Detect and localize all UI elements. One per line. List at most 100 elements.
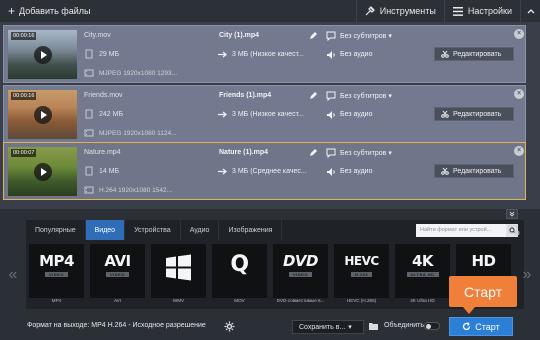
file-row[interactable]: 00:00:16 Friends.mov 242 МБ MJPEG 1920x1…: [3, 85, 526, 143]
quicktime-logo-icon: Q: [230, 252, 249, 277]
4k-logo-icon: 4K: [411, 252, 434, 270]
file-size: 242 МБ: [99, 111, 124, 118]
top-toolbar: + Добавить файлы Инструменты Настройки: [0, 0, 540, 22]
video-info-icon: [84, 129, 94, 137]
edit-button[interactable]: Редактировать: [434, 47, 514, 61]
remove-file-icon[interactable]: ×: [514, 89, 524, 99]
video-info-icon: [84, 186, 94, 194]
format-label: AVI: [113, 298, 122, 303]
output-size[interactable]: 3 МБ (Низкое качест...: [232, 51, 312, 58]
output-arrow-icon: [218, 168, 228, 175]
collapse-button[interactable]: [520, 0, 540, 22]
subtitles-dropdown[interactable]: Без субтитров ▾: [340, 32, 392, 40]
output-size[interactable]: 3 МБ (Низкое качест...: [232, 111, 312, 118]
format-tile-mp4[interactable]: MP4 VIDEO: [29, 244, 84, 298]
subtitles-label: Без субтитров: [340, 150, 387, 157]
audio-dropdown[interactable]: Без аудио: [340, 168, 372, 175]
video-thumbnail[interactable]: 00:00:07: [8, 147, 77, 196]
play-icon[interactable]: [33, 162, 52, 181]
edit-button[interactable]: Редактировать: [434, 164, 514, 178]
tab-images[interactable]: Изображения: [219, 220, 283, 240]
file-meta: MJPEG 1920x1080 1124...: [99, 130, 177, 137]
double-chevron-icon: [509, 211, 515, 217]
tab-popular[interactable]: Популярные: [26, 220, 86, 240]
add-files-button[interactable]: + Добавить файлы: [0, 0, 98, 22]
pencil-icon[interactable]: [309, 31, 318, 40]
scissors-icon: [441, 167, 449, 175]
subtitles-dropdown[interactable]: Без субтитров ▾: [340, 149, 392, 157]
remove-file-icon[interactable]: ×: [514, 29, 524, 39]
subtitles-icon: [326, 31, 336, 41]
tab-devices[interactable]: Устройства: [125, 220, 181, 240]
pencil-icon[interactable]: [309, 91, 318, 100]
start-button[interactable]: Старт: [449, 317, 513, 336]
chevron-up-icon: [527, 9, 534, 14]
tools-button[interactable]: Инструменты: [355, 0, 444, 22]
tab-video[interactable]: Видео: [85, 220, 126, 240]
format-tile-hevc[interactable]: HEVC H.265: [334, 244, 389, 298]
tile-sublogo: VIDEO: [90, 271, 145, 278]
tools-label: Инструменты: [379, 6, 436, 16]
tile-sublogo-text: ULTRA HD: [406, 272, 439, 277]
save-to-dropdown[interactable]: Сохранить в... ▾: [292, 320, 364, 334]
gear-icon[interactable]: [224, 321, 235, 332]
thumbnail-timecode: 00:00:16: [11, 32, 37, 40]
format-label: MOV: [234, 298, 245, 303]
edit-label: Редактировать: [453, 110, 502, 118]
formats-next-icon[interactable]: »: [516, 240, 538, 309]
tools-icon: [365, 6, 375, 16]
format-tile-dvd[interactable]: DVD VIDEO: [273, 244, 328, 298]
format-tile-wmv[interactable]: [151, 244, 206, 298]
format-tile-mov[interactable]: Q: [212, 244, 267, 298]
merge-label: Объединить: [384, 322, 424, 329]
file-size: 14 МБ: [99, 168, 120, 175]
output-size[interactable]: 3 МБ (Среднее качес...: [232, 168, 312, 175]
format-label: 4K Ultra HD: [410, 298, 435, 303]
audio-icon: [327, 111, 335, 119]
file-size: 29 МБ: [99, 51, 120, 58]
file-name: Nature.mp4: [84, 149, 121, 156]
file-meta: MJPEG 1920x1080 1293...: [99, 70, 178, 77]
settings-label: Настройки: [467, 6, 512, 16]
play-icon[interactable]: [33, 105, 52, 124]
edit-label: Редактировать: [453, 167, 502, 175]
subtitles-dropdown[interactable]: Без субтитров ▾: [340, 92, 392, 100]
file-row[interactable]: 00:00:07 Nature.mp4 14 МБ H.264 1920x108…: [3, 142, 526, 200]
formats-prev-icon[interactable]: «: [2, 240, 24, 309]
merge-toggle[interactable]: [424, 322, 440, 330]
start-callout-tooltip: Старт: [449, 276, 517, 314]
tile-sublogo: H.265: [334, 271, 389, 278]
video-thumbnail[interactable]: 00:00:16: [8, 30, 77, 79]
format-tabs: Популярные Видео Устройства Аудио Изобра…: [26, 220, 524, 240]
edit-button[interactable]: Редактировать: [434, 107, 514, 121]
plus-icon: +: [8, 4, 16, 18]
thumbnail-timecode: 00:00:07: [11, 149, 37, 157]
folder-icon[interactable]: [368, 321, 379, 331]
tab-audio[interactable]: Аудио: [181, 220, 220, 240]
save-to-label: Сохранить в...: [299, 323, 346, 331]
file-row[interactable]: 00:00:16 City.mov 29 МБ MJPEG 1920x1080 …: [3, 25, 526, 83]
windows-logo-icon: [166, 254, 191, 281]
format-search-input[interactable]: Найти формат или устрой...: [416, 223, 506, 237]
video-info-icon: [84, 69, 94, 77]
format-label: WMV: [172, 298, 185, 303]
audio-dropdown[interactable]: Без аудио: [340, 51, 372, 58]
file-size-icon: [85, 166, 93, 176]
hd-logo-icon: HD: [471, 252, 496, 270]
chevron-down-icon: ▾: [348, 324, 352, 331]
expand-panel-button[interactable]: [506, 209, 518, 219]
pencil-icon[interactable]: [309, 148, 318, 157]
file-name: City.mov: [84, 32, 111, 39]
video-thumbnail[interactable]: 00:00:16: [8, 90, 77, 139]
settings-button[interactable]: Настройки: [443, 0, 520, 22]
subtitles-icon: [326, 148, 336, 158]
audio-dropdown[interactable]: Без аудио: [340, 111, 372, 118]
format-manager-button[interactable]: [506, 222, 522, 238]
play-icon[interactable]: [33, 45, 52, 64]
format-tile-4k[interactable]: 4K ULTRA HD: [395, 244, 450, 298]
format-tile-avi[interactable]: AVI VIDEO: [90, 244, 145, 298]
format-settings-icon: [508, 225, 520, 236]
remove-file-icon[interactable]: ×: [514, 146, 524, 156]
subtitles-icon: [326, 91, 336, 101]
tile-sublogo-text: H.265: [350, 272, 373, 277]
